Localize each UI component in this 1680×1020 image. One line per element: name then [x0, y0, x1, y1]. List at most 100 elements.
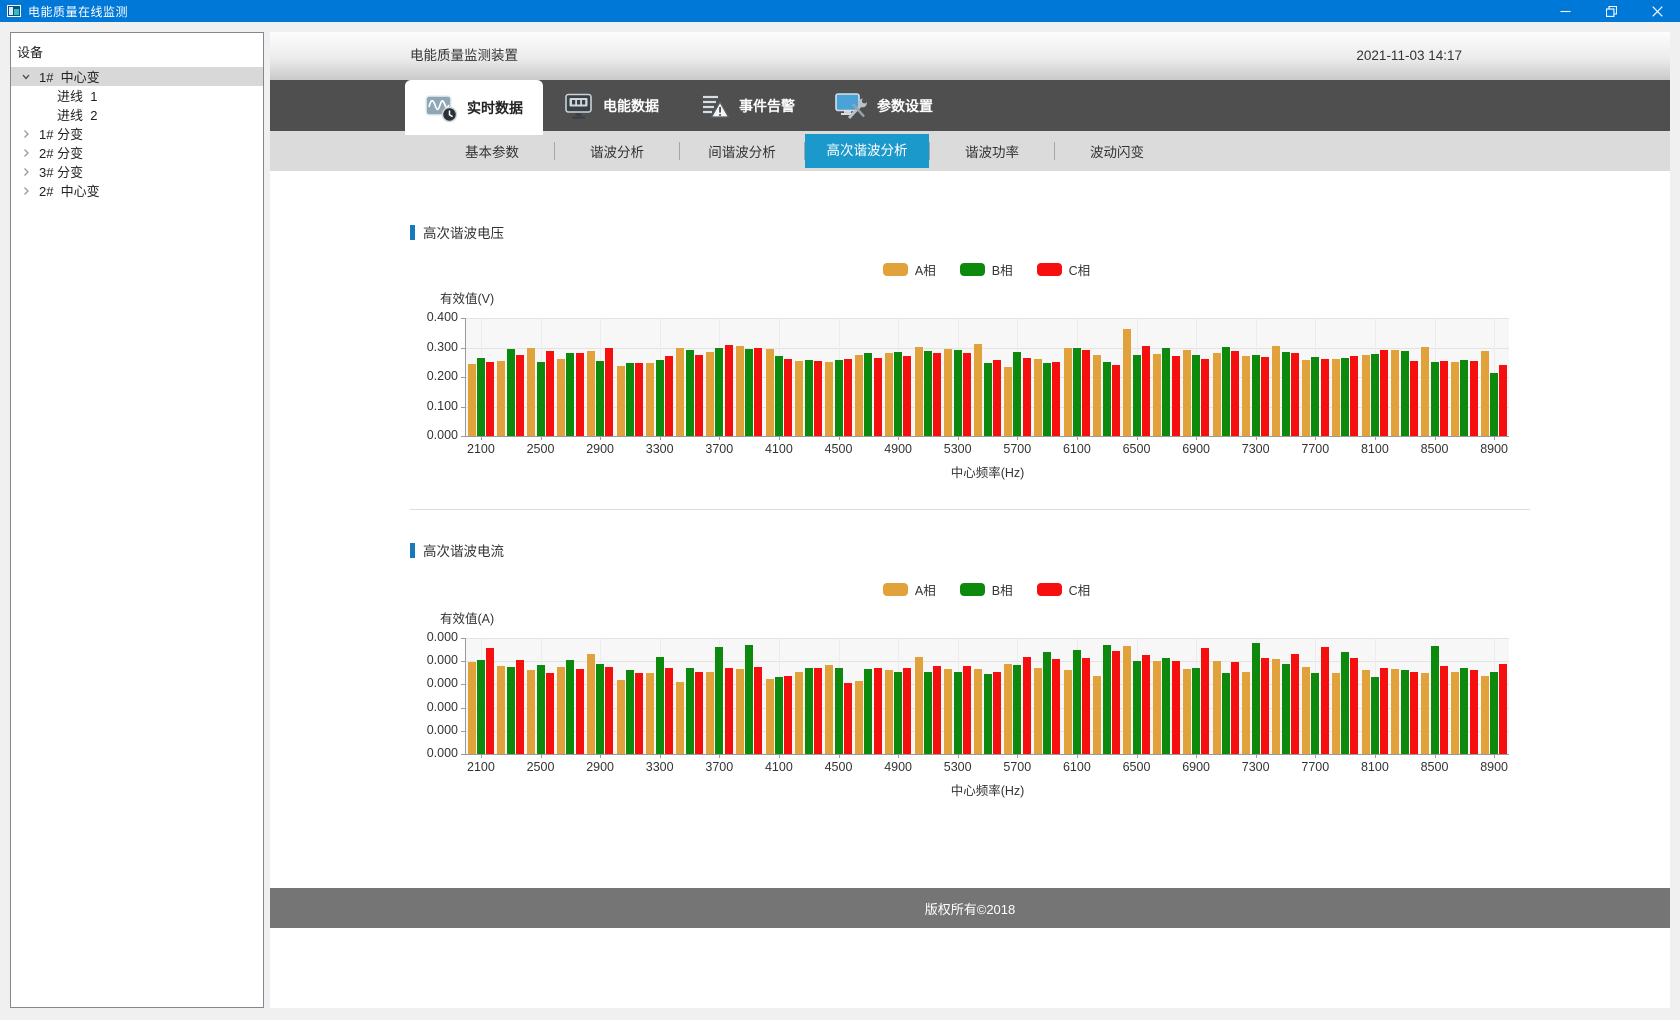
- main-tab-2[interactable]: 电能数据: [543, 80, 679, 131]
- bar-B相-4700: [864, 669, 872, 754]
- main-tab-3[interactable]: 事件告警: [679, 80, 815, 131]
- bar-A相-8900: [1481, 676, 1489, 754]
- x-tick-label: 6900: [1171, 442, 1221, 456]
- bar-A相-3900: [736, 346, 744, 436]
- tree-item-label: 进线 2: [57, 105, 97, 124]
- x-tick-mark: [1435, 436, 1436, 440]
- main-tab-label: 参数设置: [877, 96, 933, 116]
- y-tick-mark: [461, 377, 466, 378]
- chevron-right-icon[interactable]: [19, 167, 33, 177]
- bar-B相-2100: [477, 660, 485, 754]
- bar-A相-5500: [974, 344, 982, 436]
- tree-item[interactable]: 进线 1: [11, 86, 263, 105]
- bar-C相-7100: [1231, 662, 1239, 754]
- bar-A相-4100: [766, 679, 774, 754]
- bar-B相-8700: [1460, 668, 1468, 754]
- bar-B相-5700: [1013, 352, 1021, 436]
- x-tick-label: 2100: [456, 442, 506, 456]
- chevron-right-icon[interactable]: [19, 129, 33, 139]
- bar-B相-5300: [954, 672, 962, 754]
- device-title: 电能质量监测装置: [410, 32, 518, 80]
- tree-item[interactable]: 2# 分变: [11, 143, 263, 162]
- bar-A相-2100: [468, 364, 476, 436]
- legend-item-C相[interactable]: C相: [1037, 580, 1091, 599]
- tree-item[interactable]: 1# 分变: [11, 124, 263, 143]
- plot-area: 0.4000.3000.2000.1000.000210025002900330…: [465, 318, 1509, 437]
- legend-item-C相[interactable]: C相: [1037, 260, 1091, 279]
- subtab-5[interactable]: 谐波功率: [930, 141, 1054, 161]
- bar-B相-5100: [924, 351, 932, 436]
- chart-legend: A相 B相 C相: [465, 262, 1508, 277]
- bar-B相-5900: [1043, 363, 1051, 436]
- bar-A相-7300: [1242, 672, 1250, 754]
- bar-C相-7100: [1231, 351, 1239, 436]
- chevron-right-icon[interactable]: [19, 186, 33, 196]
- x-tick-label: 6900: [1171, 760, 1221, 774]
- legend-item-A相[interactable]: A相: [883, 260, 936, 279]
- realtime-data-icon: [425, 93, 458, 123]
- bar-C相-3700: [725, 345, 733, 436]
- bar-C相-3300: [665, 668, 673, 754]
- subtab-2[interactable]: 谐波分析: [555, 141, 679, 161]
- bar-A相-7500: [1272, 346, 1280, 436]
- close-button[interactable]: [1634, 0, 1680, 22]
- subtab-4[interactable]: 高次谐波分析: [805, 134, 929, 168]
- bar-B相-4100: [775, 677, 783, 754]
- subtab-6[interactable]: 波动闪变: [1055, 141, 1179, 161]
- x-tick-mark: [1137, 436, 1138, 440]
- legend-label: C相: [1069, 260, 1091, 279]
- x-tick-mark: [1137, 754, 1138, 758]
- restore-icon: [1606, 6, 1617, 17]
- tree-item[interactable]: 3# 分变: [11, 162, 263, 181]
- bar-B相-2300: [507, 667, 515, 754]
- chevron-down-icon[interactable]: [19, 72, 33, 82]
- bar-A相-3100: [617, 366, 625, 436]
- subtab-3[interactable]: 间谐波分析: [680, 141, 804, 161]
- x-tick-label: 8500: [1410, 442, 1460, 456]
- tree-item[interactable]: 进线 2: [11, 105, 263, 124]
- energy-data-icon: [563, 91, 594, 121]
- restore-button[interactable]: [1588, 0, 1634, 22]
- legend-item-B相[interactable]: B相: [960, 260, 1013, 279]
- subtab-1[interactable]: 基本参数: [430, 141, 554, 161]
- legend-item-B相[interactable]: B相: [960, 580, 1013, 599]
- bar-C相-7700: [1321, 647, 1329, 754]
- bar-C相-6300: [1112, 365, 1120, 436]
- minimize-button[interactable]: [1542, 0, 1588, 22]
- x-tick-mark: [779, 436, 780, 440]
- legend-swatch: [960, 583, 985, 596]
- bar-C相-7500: [1291, 654, 1299, 754]
- main-tab-4[interactable]: 参数设置: [815, 80, 953, 131]
- bar-B相-6500: [1133, 355, 1141, 436]
- bar-A相-5100: [915, 347, 923, 436]
- sub-tabbar: 基本参数谐波分析间谐波分析高次谐波分析谐波功率波动闪变: [270, 131, 1670, 171]
- content-header: 电能质量监测装置 2021-11-03 14:17: [270, 32, 1670, 80]
- chevron-right-icon[interactable]: [19, 148, 33, 158]
- x-tick-mark: [1256, 754, 1257, 758]
- bar-A相-4300: [795, 672, 803, 754]
- bar-B相-4300: [805, 668, 813, 754]
- legend-item-A相[interactable]: A相: [883, 580, 936, 599]
- tree-item[interactable]: 1# 中心变: [11, 67, 263, 86]
- y-axis-label: 有效值(A): [440, 608, 494, 627]
- window-title: 电能质量在线监测: [28, 3, 128, 20]
- copyright-text: 版权所有©2018: [925, 899, 1016, 918]
- legend-label: A相: [915, 580, 936, 599]
- bar-C相-7300: [1261, 658, 1269, 754]
- bar-B相-5100: [924, 672, 932, 754]
- bar-C相-6900: [1201, 359, 1209, 436]
- bar-B相-7300: [1252, 355, 1260, 436]
- x-tick-mark: [1494, 754, 1495, 758]
- y-tick-mark: [461, 318, 466, 319]
- tree-item[interactable]: 2# 中心变: [11, 181, 263, 200]
- bar-B相-5300: [954, 350, 962, 436]
- bar-A相-7700: [1302, 667, 1310, 754]
- bar-C相-7900: [1350, 658, 1358, 754]
- y-tick-label: 0.300: [406, 340, 458, 354]
- x-tick-label: 7300: [1231, 442, 1281, 456]
- tree-item-label: 1# 分变: [39, 124, 83, 143]
- bar-C相-7300: [1261, 357, 1269, 436]
- bar-C相-3500: [695, 672, 703, 754]
- bar-A相-7100: [1213, 353, 1221, 436]
- main-tab-1[interactable]: 实时数据: [405, 80, 543, 135]
